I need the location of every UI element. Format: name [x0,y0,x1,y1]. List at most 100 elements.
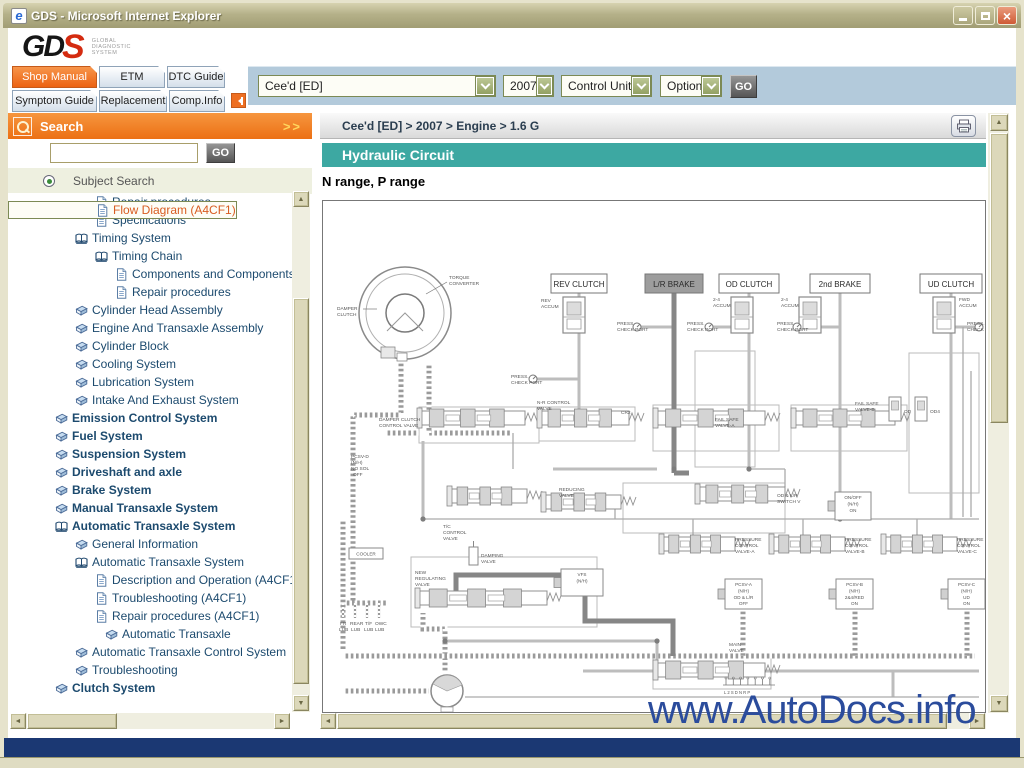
breadcrumb-bar: Cee'd [ED] > 2007 > Engine > 1.6 G [320,113,986,139]
search-input[interactable] [50,143,198,163]
tree-item[interactable]: Timing Chain [8,247,292,265]
scroll-down-button[interactable]: ▼ [293,695,309,711]
tree-item[interactable]: Cylinder Block [8,337,292,355]
diagram-label: FAIL SAFE [855,401,879,407]
tree-item[interactable]: Brake System [8,481,292,499]
vehicle-select[interactable]: Cee'd [ED] [258,75,496,97]
year-select[interactable]: 2007 [503,75,554,97]
toolbar-go-button[interactable]: GO [730,75,757,98]
scroll-left-button[interactable]: ◄ [10,713,26,729]
chevron-down-icon[interactable] [702,77,720,95]
tab-dtc-guide[interactable]: DTC Guide [167,66,225,88]
tree-item[interactable]: Flow Diagram (A4CF1) [8,201,237,219]
diagram-label: VALVE-B [855,407,875,413]
double-chevron-icon[interactable]: >> [283,119,302,134]
search-header[interactable]: Search >> [8,113,312,139]
scroll-up-button[interactable]: ▲ [990,114,1008,131]
tree-item[interactable]: Automatic Transaxle System [8,517,292,535]
tree-item[interactable]: Lubrication System [8,373,292,391]
tree-item[interactable]: Emission Control System [8,409,292,427]
chevron-down-icon[interactable] [476,77,494,95]
tree-item[interactable]: Automatic Transaxle [8,625,292,643]
diagram-label: NO SOL [351,466,369,472]
search-go-button[interactable]: GO [206,143,235,163]
scroll-left-button[interactable]: ◄ [320,713,336,729]
tree-item[interactable]: Automatic Transaxle System [8,553,292,571]
print-button[interactable] [951,115,976,137]
diagram-container: COOLERVFS(N/H)ON/OFF(N/H)ONPCSV-A(N/H)OD… [322,200,986,713]
diagram-label: UD [963,595,970,600]
diagram-label: PRESSURE [735,537,761,543]
option-select[interactable]: Option [660,75,722,97]
maximize-button[interactable] [975,6,995,25]
diagram-label: CLUTCH [337,312,357,318]
diagram-label: REDUCING [559,487,585,493]
scroll-right-button[interactable]: ► [969,713,985,729]
diagram-label: OD [904,409,912,415]
tree-item[interactable]: Troubleshooting (A4CF1) [8,589,292,607]
tree-item[interactable]: Intake And Exhaust System [8,391,292,409]
chevron-down-icon[interactable] [632,77,650,95]
tree-item[interactable]: Clutch System [8,679,292,697]
tree-item[interactable]: Components and Components Location [8,265,292,283]
diagram-label: 2&4/RED [845,595,865,600]
diagram-label: 2-4 [781,297,788,303]
title-bar: e GDS - Microsoft Internet Explorer × [3,3,1021,28]
diagram-label: CONTROL [735,543,759,549]
tree-item[interactable]: Driveshaft and axle [8,463,292,481]
tree-item[interactable]: Timing System [8,229,292,247]
tree-scrollbar-thumb[interactable] [293,298,309,684]
tree-scrollbar-thumb[interactable] [27,713,117,729]
tree-item[interactable]: Automatic Transaxle Control System [8,643,292,661]
vehicle-select-value: Cee'd [ED] [265,79,323,93]
page-title: Hydraulic Circuit [342,147,454,163]
tree-item[interactable]: Repair procedures [8,283,292,301]
diagram-label: COOLER [356,552,376,557]
tree-item[interactable]: Engine And Transaxle Assembly [8,319,292,337]
chevron-down-icon[interactable] [537,77,552,95]
tree-item[interactable]: General Information [8,535,292,553]
diagram-label: DAMPER [337,306,358,312]
tree-item[interactable]: Cooling System [8,355,292,373]
diagram-component-label: L/R BRAKE [653,280,695,289]
diagram-label: DAMPING [481,553,504,559]
diagram-label: OD4 [930,409,940,415]
scroll-right-button[interactable]: ► [274,713,290,729]
window-title: GDS - Microsoft Internet Explorer [31,9,221,23]
scroll-up-button[interactable]: ▲ [293,191,309,207]
tree-item[interactable]: Troubleshooting [8,661,292,679]
tree-item[interactable]: Manual Transaxle System [8,499,292,517]
tab-shop-manual[interactable]: Shop Manual [12,66,97,88]
tree-item[interactable]: Cylinder Head Assembly [8,301,292,319]
diagram-label: VALVE [481,559,496,565]
diagram-label: VFS [578,572,587,577]
main-scrollbar-thumb[interactable] [337,713,947,729]
tree-item[interactable]: Fuel System [8,427,292,445]
scroll-down-button[interactable]: ▼ [990,695,1008,712]
gds-logo-text: GD [22,32,63,62]
tab-comp-info[interactable]: Comp.Info [169,90,225,112]
close-button[interactable]: × [997,6,1017,25]
tab-symptom-guide[interactable]: Symptom Guide [12,90,97,112]
main-scrollbar-thumb[interactable] [990,133,1008,423]
subject-search-radio[interactable] [43,175,55,187]
diagram-label: CONTROL [957,543,981,549]
tree-item[interactable]: Suspension System [8,445,292,463]
collapse-pin-button[interactable] [231,93,246,108]
tree-item[interactable]: Repair procedures (A4CF1) [8,607,292,625]
tree-item[interactable]: Description and Operation (A4CF1) [8,571,292,589]
diagram-label: T/F [365,621,372,627]
diagram-label: CONTROL VALVE [379,423,418,429]
diagram-label: OFF [353,472,363,478]
tab-replacement[interactable]: Replacement [99,90,167,112]
diagram-label: VALVE [559,493,574,499]
diagram-label: FAIL SAFE [715,417,739,423]
left-panel: Search >> GO Subject Search Repair proce… [8,112,312,713]
window-frame-bottom [0,757,1024,768]
tab-etm[interactable]: ETM [99,66,165,88]
control-unit-select[interactable]: Control Unit [561,75,652,97]
minimize-button[interactable] [953,6,973,25]
ie-logo-icon: e [11,8,27,24]
diagram-label: CHECK PORT [617,327,648,333]
diagram-label: ACCUM [541,304,559,310]
